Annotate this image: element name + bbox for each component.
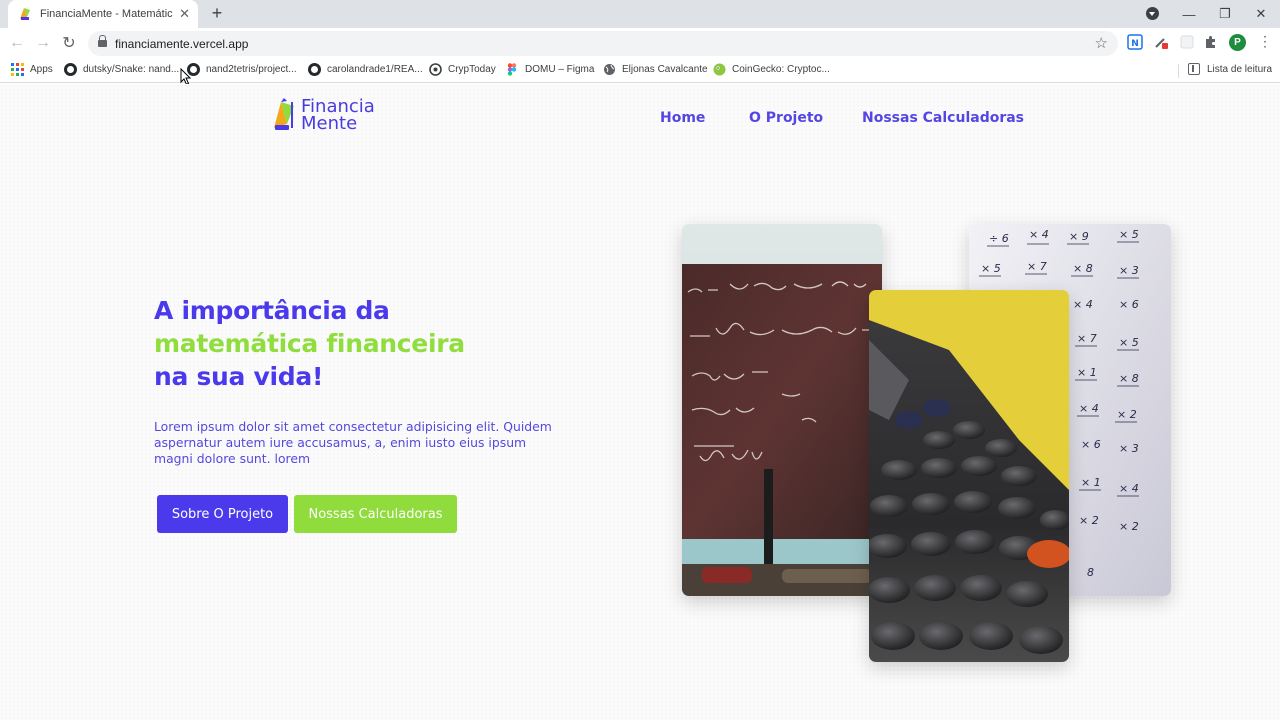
site-logo[interactable]: Financia Mente — [272, 98, 375, 134]
bookmark-apps[interactable]: Apps — [11, 63, 53, 76]
svg-text:× 1: × 1 — [1077, 366, 1097, 379]
coingecko-icon — [713, 63, 726, 76]
svg-text:× 4: × 4 — [1119, 482, 1139, 495]
tab-search-icon[interactable] — [1146, 7, 1159, 20]
minimize-icon[interactable]: — — [1171, 0, 1207, 28]
svg-text:× 6: × 6 — [1081, 438, 1101, 451]
reading-list-button[interactable]: Lista de leitura — [1188, 63, 1272, 75]
apps-grid-icon — [11, 63, 24, 76]
svg-text:× 5: × 5 — [981, 262, 1001, 275]
figma-icon — [507, 63, 517, 76]
svg-text:× 3: × 3 — [1119, 264, 1139, 277]
bookmark-label: CrypToday — [448, 64, 496, 75]
bookmark-label: DOMU – Figma — [525, 64, 595, 75]
svg-text:× 3: × 3 — [1119, 442, 1139, 455]
calculator-photo — [869, 290, 1069, 662]
extension-blank-icon[interactable] — [1179, 34, 1195, 50]
svg-text:× 5: × 5 — [1119, 228, 1139, 241]
browser-tab[interactable]: FinanciaMente - Matemática Fina ✕ — [8, 0, 198, 28]
logo-line2: Mente — [301, 113, 358, 134]
forward-icon[interactable]: → — [32, 33, 54, 53]
sobre-o-projeto-button[interactable]: Sobre O Projeto — [157, 495, 288, 533]
bookmark-cryptoday[interactable]: CrypToday — [429, 63, 496, 76]
bookmarks-bar: Apps dutsky/Snake: nand... nand2tetris/p… — [0, 58, 1280, 83]
browser-toolbar: ← → ↻ financiamente.vercel.app ☆ N P ⋮ — [0, 28, 1280, 58]
pencil-logo-icon — [274, 98, 294, 130]
bookmark-nand2tetris[interactable]: nand2tetris/project... — [187, 63, 297, 76]
bookmark-label: carolandrade1/REA... — [327, 64, 423, 75]
lock-icon[interactable] — [98, 34, 107, 49]
svg-text:× 9: × 9 — [1069, 230, 1089, 243]
svg-text:× 2: × 2 — [1079, 514, 1099, 527]
svg-text:× 2: × 2 — [1117, 408, 1137, 421]
reading-list-icon — [1188, 63, 1200, 75]
github-icon — [308, 63, 321, 76]
cryptoday-icon — [429, 63, 442, 76]
bookmarks-separator — [1178, 64, 1179, 78]
nav-o-projeto[interactable]: O Projeto — [749, 110, 823, 126]
reload-icon[interactable]: ↻ — [58, 33, 80, 53]
svg-text:× 8: × 8 — [1119, 372, 1139, 385]
calculator-image — [869, 290, 1069, 662]
extensions-puzzle-icon[interactable] — [1203, 34, 1219, 50]
nav-nossas-calculadoras[interactable]: Nossas Calculadoras — [862, 110, 1024, 126]
svg-text:× 1: × 1 — [1081, 476, 1101, 489]
financiamente-favicon — [20, 8, 30, 20]
bookmark-label: nand2tetris/project... — [206, 64, 297, 75]
hero-title: A importância da matemática financeira n… — [154, 294, 465, 393]
website-page: Financia Mente Home O Projeto Nossas Cal… — [0, 84, 1280, 720]
browser-menu-icon[interactable]: ⋮ — [1258, 33, 1272, 50]
svg-text:× 4: × 4 — [1029, 228, 1049, 241]
address-bar[interactable]: financiamente.vercel.app ☆ — [88, 31, 1118, 56]
nossas-calculadoras-button[interactable]: Nossas Calculadoras — [294, 495, 457, 533]
svg-text:8: 8 — [1087, 566, 1094, 579]
hero-title-line2: matemática financeira — [154, 329, 465, 358]
svg-text:× 4: × 4 — [1079, 402, 1099, 415]
close-window-icon[interactable]: ✕ — [1243, 0, 1279, 28]
svg-text:× 7: × 7 — [1027, 260, 1047, 273]
svg-text:÷ 6: ÷ 6 — [989, 232, 1009, 245]
svg-text:× 7: × 7 — [1077, 332, 1097, 345]
nav-home[interactable]: Home — [660, 110, 705, 126]
bookmark-label: dutsky/Snake: nand... — [83, 64, 180, 75]
bookmark-label: CoinGecko: Cryptoc... — [732, 64, 830, 75]
chalkboard-image — [682, 224, 882, 596]
logo-wordmark: Financia Mente — [301, 98, 375, 134]
svg-text:× 8: × 8 — [1073, 262, 1093, 275]
chalkboard-photo — [682, 224, 882, 596]
svg-text:N: N — [1131, 39, 1139, 49]
svg-text:× 2: × 2 — [1119, 520, 1139, 533]
bookmark-coingecko[interactable]: CoinGecko: Cryptoc... — [713, 63, 830, 76]
bookmark-figma[interactable]: DOMU – Figma — [506, 63, 594, 76]
profile-avatar[interactable]: P — [1229, 34, 1246, 51]
restore-icon[interactable]: ❐ — [1207, 0, 1243, 28]
bookmark-label: Eljonas Cavalcante — [622, 64, 708, 75]
hero-description: Lorem ipsum dolor sit amet consectetur a… — [154, 419, 552, 466]
hero-title-line1: A importância da — [154, 296, 390, 325]
tab-title: FinanciaMente - Matemática Fina — [40, 8, 173, 20]
bookmark-eljonas[interactable]: Eljonas Cavalcante — [603, 63, 708, 76]
new-tab-button[interactable]: + — [207, 3, 227, 24]
url-text[interactable]: financiamente.vercel.app — [115, 37, 248, 51]
extension-eyedropper-icon[interactable] — [1153, 34, 1169, 50]
svg-text:× 4: × 4 — [1073, 298, 1093, 311]
reading-list-label: Lista de leitura — [1207, 63, 1273, 75]
back-icon[interactable]: ← — [6, 33, 28, 53]
bookmark-star-icon[interactable]: ☆ — [1095, 34, 1108, 52]
bookmark-snake[interactable]: dutsky/Snake: nand... — [64, 63, 179, 76]
globe-icon — [604, 64, 615, 75]
github-icon — [64, 63, 77, 76]
browser-tabstrip: FinanciaMente - Matemática Fina ✕ + — ❐ … — [0, 0, 1280, 28]
bookmark-carolandrade[interactable]: carolandrade1/REA... — [308, 63, 423, 76]
extension-n-icon[interactable]: N — [1127, 34, 1143, 50]
hero-title-line3: na sua vida! — [154, 362, 324, 391]
svg-text:× 5: × 5 — [1119, 336, 1139, 349]
close-tab-icon[interactable]: ✕ — [179, 6, 190, 22]
svg-text:× 6: × 6 — [1119, 298, 1139, 311]
bookmark-label: Apps — [30, 64, 53, 75]
